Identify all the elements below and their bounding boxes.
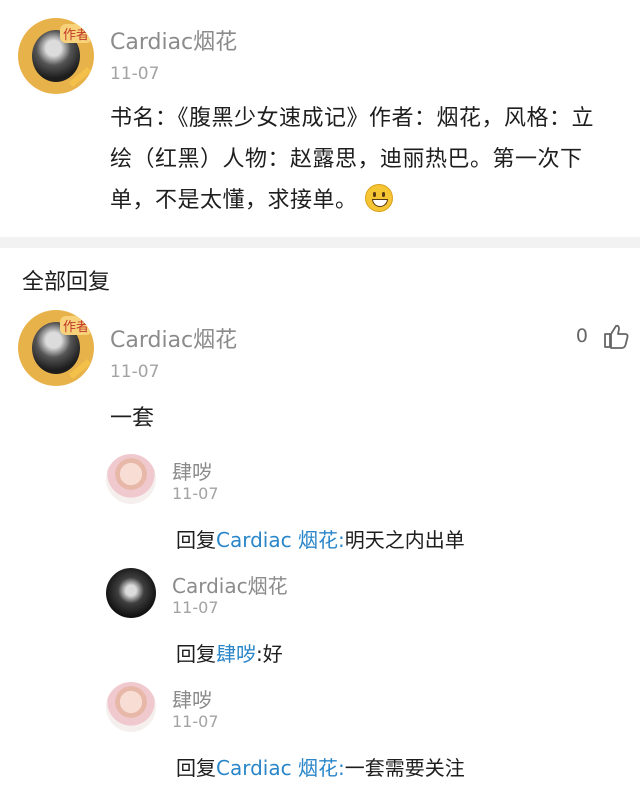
reply-colon: : [337,528,345,552]
all-replies-title: 全部回复 [22,270,111,295]
like-control[interactable]: 0 [576,322,630,350]
like-count: 0 [575,325,588,347]
reply-mention-link[interactable]: Cardiac 烟花 [216,756,338,780]
author-badge: 作者 [59,24,92,43]
reply-avatar[interactable] [106,454,156,504]
comment-author-name[interactable]: Cardiac烟花 [110,322,237,354]
reply-text: 回复Cardiac 烟花:一套需要关注 [176,752,465,781]
reply-date: 11-07 [172,484,219,503]
reply-content: 好 [262,642,283,666]
reply-content: 明天之内出单 [344,528,465,552]
commenter-avatar[interactable]: 作者 [18,310,94,386]
reply-prefix: 回复 [176,642,216,666]
reply-colon: : [337,756,345,780]
reply-author-name[interactable]: 肆哕 [172,684,212,713]
reply-avatar[interactable] [106,682,156,732]
grinning-face-icon [365,184,394,212]
reply-colon: : [256,642,263,666]
post-body: 书名：《腹黑少女速成记》作者：烟花，风格：立绘（红黑）人物：赵露思，迪丽热巴。第… [110,98,616,221]
reply-prefix: 回复 [176,756,216,780]
reply-author-name[interactable]: Cardiac烟花 [172,570,288,599]
reply-text: 回复肆哕:好 [176,638,283,667]
post-author-name[interactable]: Cardiac烟花 [110,24,237,56]
reply-author-name[interactable]: 肆哕 [172,456,212,485]
reply-text: 回复Cardiac 烟花:明天之内出单 [176,524,465,553]
reply-prefix: 回复 [176,528,216,552]
reply-content: 一套需要关注 [344,756,465,780]
post-text: 书名：《腹黑少女速成记》作者：烟花，风格：立绘（红黑）人物：赵露思，迪丽热巴。第… [110,106,595,213]
reply-date: 11-07 [172,712,219,731]
reply-mention-link[interactable]: Cardiac 烟花 [216,528,338,552]
author-avatar[interactable]: 作者 [18,18,94,94]
comment-date: 11-07 [110,362,160,382]
commenter-badge: 作者 [59,316,92,335]
thumbs-up-icon[interactable] [602,322,630,350]
section-divider [0,237,640,248]
post-date: 11-07 [110,64,160,84]
reply-date: 11-07 [172,598,219,617]
reply-mention-link[interactable]: 肆哕 [216,642,256,666]
reply-avatar[interactable] [106,568,156,618]
comment-text: 一套 [110,406,155,431]
original-post: 作者 Cardiac烟花 11-07 书名：《腹黑少女速成记》作者：烟花，风格：… [0,0,640,237]
